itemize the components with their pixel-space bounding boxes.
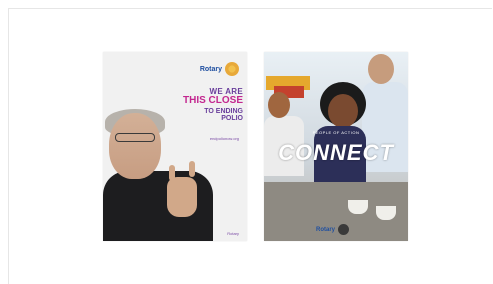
- poster-url: endpolionow.org: [209, 136, 239, 141]
- rotary-wheel-icon: [338, 224, 349, 235]
- hand-finger: [189, 161, 195, 177]
- rotary-logo-text: Rotary: [199, 65, 222, 73]
- poster-connect[interactable]: PEOPLE OF ACTION CONNECT Rotary: [264, 52, 408, 241]
- gallery-frame: [8, 8, 492, 284]
- headline-line: TO ENDING: [204, 107, 243, 115]
- person-glasses: [115, 133, 155, 142]
- poster-headline: WE ARE THIS CLOSE TO ENDING POLIO: [181, 87, 243, 123]
- cup: [376, 206, 396, 220]
- cup: [348, 200, 368, 214]
- poster-footer: Rotary: [227, 231, 239, 236]
- rotary-logo-text: Rotary: [316, 227, 336, 233]
- person-hand: [167, 177, 197, 217]
- person-head: [109, 113, 161, 179]
- poster-tagline: PEOPLE OF ACTION: [312, 130, 360, 135]
- poster-end-polio[interactable]: Rotary WE ARE THIS CLOSE TO ENDING POLIO…: [103, 52, 247, 241]
- poster-title: CONNECT: [278, 140, 394, 165]
- headline-line: POLIO: [221, 115, 243, 123]
- rotary-logo: Rotary: [200, 62, 239, 76]
- person-right-head: [368, 54, 394, 84]
- headline-line: THIS CLOSE: [182, 95, 243, 107]
- person-left-head: [268, 92, 290, 118]
- rotary-wheel-icon: [225, 62, 239, 76]
- person-center-face: [328, 94, 358, 128]
